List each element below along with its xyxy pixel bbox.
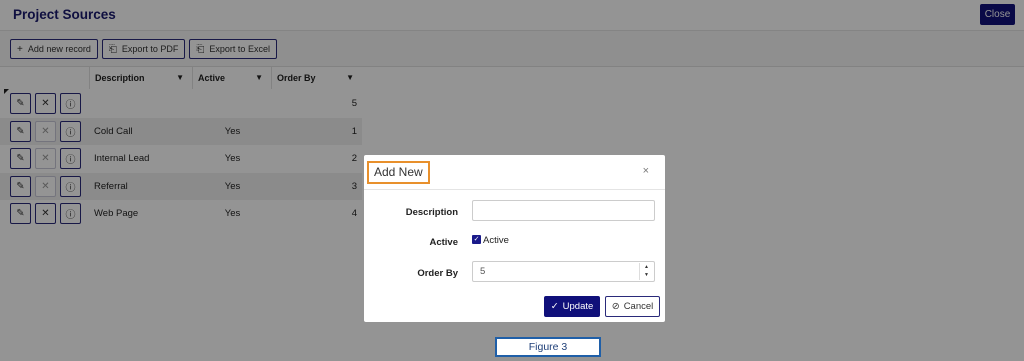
close-icon[interactable]: × bbox=[643, 165, 649, 177]
description-label: Description bbox=[405, 207, 458, 218]
active-checkbox-label[interactable]: Active bbox=[483, 235, 509, 246]
order-by-label: Order By bbox=[417, 268, 458, 279]
update-button[interactable]: ✓ Update bbox=[544, 296, 600, 317]
order-by-value: 5 bbox=[480, 266, 486, 277]
active-checkbox[interactable]: ✓ bbox=[472, 235, 481, 244]
chevron-up-icon[interactable]: ▲ bbox=[640, 263, 653, 271]
dialog-header: Add New × bbox=[364, 155, 665, 190]
stepper-controls: ▲ ▼ bbox=[639, 263, 653, 280]
cancel-button[interactable]: ⊘ Cancel bbox=[605, 296, 660, 317]
update-label: Update bbox=[562, 301, 594, 312]
dialog-title: Add New bbox=[367, 161, 430, 184]
chevron-down-icon[interactable]: ▼ bbox=[640, 271, 653, 279]
description-field[interactable] bbox=[472, 200, 655, 221]
check-icon: ✓ bbox=[550, 301, 559, 312]
add-new-dialog: Add New × Description Active ✓ Active Or… bbox=[364, 155, 665, 322]
cancel-icon: ⊘ bbox=[611, 301, 620, 312]
figure-caption: Figure 3 bbox=[495, 337, 601, 357]
cancel-label: Cancel bbox=[623, 301, 654, 312]
order-by-stepper[interactable]: 5 ▲ ▼ bbox=[472, 261, 655, 282]
active-label: Active bbox=[429, 237, 458, 248]
